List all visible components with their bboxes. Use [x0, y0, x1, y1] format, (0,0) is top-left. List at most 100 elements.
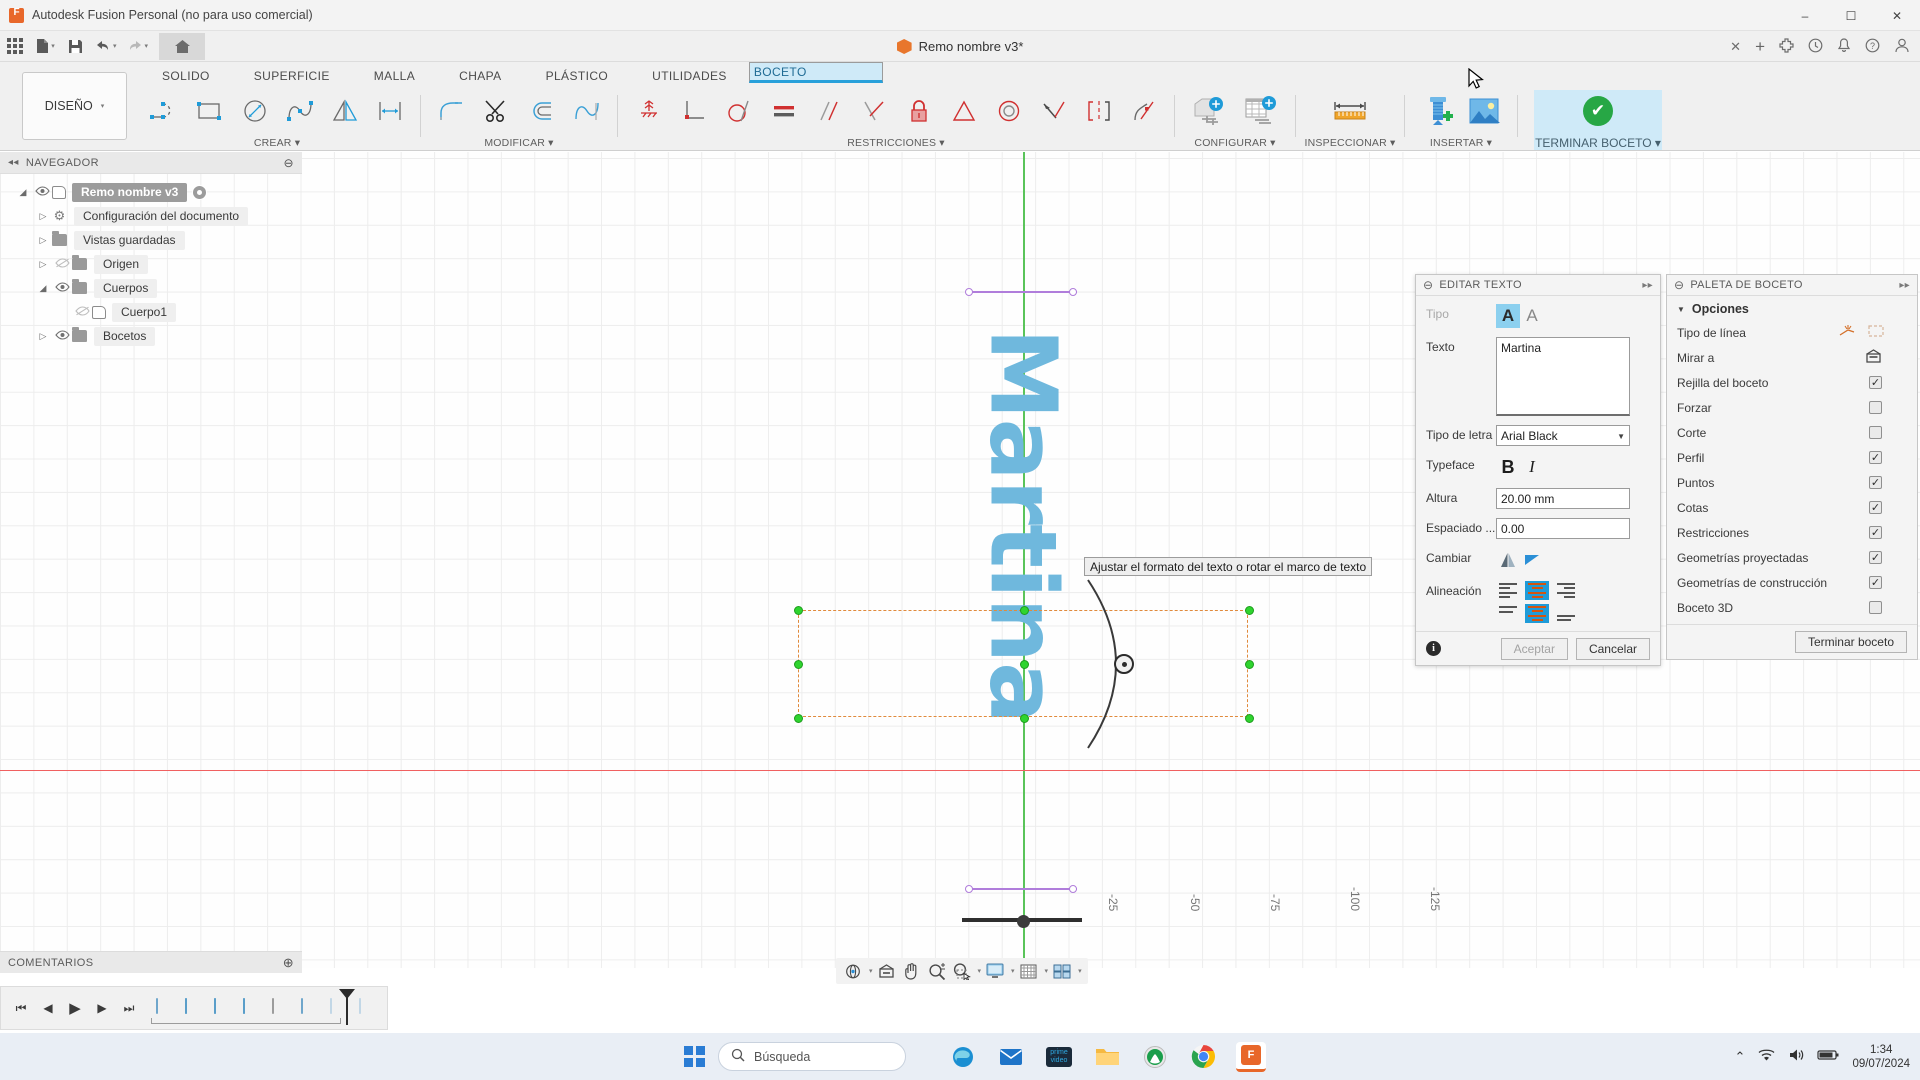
taskbar-edge-icon[interactable] — [948, 1042, 978, 1072]
tree-node-document-settings[interactable]: ▷ ⚙ Configuración del documento — [0, 204, 302, 228]
fix-constraint-icon[interactable] — [626, 90, 671, 132]
construction-point-bottom-left[interactable] — [965, 885, 973, 893]
minimize-icon[interactable]: ⊖ — [1674, 278, 1684, 292]
start-button-icon[interactable] — [684, 1046, 705, 1067]
expand-arrow-icon[interactable]: ▷ — [34, 259, 52, 270]
collinear-constraint-icon[interactable] — [1031, 90, 1076, 132]
visibility-eye-off-icon[interactable] — [52, 257, 72, 271]
timeline-play-button[interactable]: ▶ — [63, 996, 87, 1020]
job-status-icon[interactable] — [1808, 38, 1823, 56]
handle-bottom-left[interactable] — [794, 714, 803, 723]
handle-bottom-right[interactable] — [1245, 714, 1254, 723]
flip-horizontal-icon[interactable] — [1520, 548, 1544, 572]
orbit-icon[interactable] — [842, 960, 864, 982]
accept-button[interactable]: Aceptar — [1500, 637, 1568, 660]
font-select[interactable]: Arial Black — [1496, 425, 1630, 446]
timeline-feature-extrude-3[interactable] — [243, 998, 263, 1017]
timeline-feature-extrude-1[interactable] — [185, 998, 205, 1017]
collapse-arrow-icon[interactable]: ◢ — [34, 283, 52, 294]
chevron-down-icon[interactable]: ▾ — [113, 42, 117, 50]
points-checkbox[interactable]: ✓ — [1869, 476, 1882, 489]
comments-panel-header[interactable]: COMENTARIOS ⊕ — [0, 951, 302, 973]
tree-node-root[interactable]: ◢ Remo nombre v3 — [0, 180, 302, 204]
activate-component-radio[interactable] — [192, 184, 208, 200]
new-tab-icon[interactable]: + — [1755, 37, 1765, 57]
help-icon[interactable]: ? — [1865, 38, 1880, 56]
symmetry-constraint-icon[interactable] — [941, 90, 986, 132]
timeline-prev-button[interactable]: ◀ — [36, 996, 60, 1020]
chevron-down-icon[interactable]: ▼ — [1617, 432, 1625, 441]
insert-canvas-image-icon[interactable] — [1461, 90, 1507, 132]
construction-line-icon[interactable] — [1868, 324, 1885, 341]
handle-mid-left[interactable] — [794, 660, 803, 669]
zoom-window-icon[interactable] — [951, 960, 973, 982]
minimize-icon[interactable]: ⊖ — [1423, 278, 1433, 292]
look-at-icon[interactable] — [876, 960, 898, 982]
handle-top-left[interactable] — [794, 606, 803, 615]
align-left-button[interactable] — [1496, 581, 1520, 600]
handle-mid-center[interactable] — [1020, 660, 1029, 669]
palette-row-profile[interactable]: Perfil ✓ — [1667, 445, 1917, 470]
fillet-tool-icon[interactable] — [429, 90, 474, 132]
bold-button[interactable]: B — [1496, 455, 1520, 479]
spacing-input[interactable]: 0.00 — [1496, 518, 1630, 539]
visibility-eye-off-icon[interactable] — [72, 305, 92, 319]
palette-row-3d-sketch[interactable]: Boceto 3D — [1667, 595, 1917, 620]
close-tab-icon[interactable]: ✕ — [1730, 39, 1741, 55]
wifi-icon[interactable] — [1758, 1048, 1775, 1065]
perpendicular-constraint-icon[interactable] — [671, 90, 716, 132]
pin-icon[interactable]: ▸▸ — [1899, 280, 1910, 291]
chevron-down-icon[interactable]: ▾ — [1011, 967, 1015, 975]
mirror-tool-icon[interactable] — [322, 90, 367, 132]
battery-icon[interactable] — [1817, 1049, 1839, 1064]
palette-row-points[interactable]: Puntos ✓ — [1667, 470, 1917, 495]
tree-node-saved-views[interactable]: ▷ Vistas guardadas — [0, 228, 302, 252]
pin-icon[interactable]: ▸▸ — [1642, 280, 1653, 291]
trim-tool-icon[interactable] — [474, 90, 519, 132]
text-type-solid-button[interactable]: A — [1496, 304, 1520, 328]
tree-node-sketches[interactable]: ▷ Bocetos — [0, 324, 302, 348]
palette-row-snap[interactable]: Forzar — [1667, 395, 1917, 420]
taskbar-prime-video-icon[interactable]: prime video — [1044, 1042, 1074, 1072]
zoom-icon[interactable] — [926, 960, 948, 982]
palette-row-constraints[interactable]: Restricciones ✓ — [1667, 520, 1917, 545]
panel-insertar-label[interactable]: INSERTAR ▾ — [1413, 136, 1509, 150]
text-type-outline-button[interactable]: A — [1520, 304, 1544, 328]
viewport-layout-icon[interactable] — [1051, 960, 1073, 982]
chevron-down-icon[interactable]: ▾ — [1045, 967, 1049, 975]
panel-crear-label[interactable]: CREAR ▾ — [142, 136, 412, 150]
origin-point[interactable] — [1017, 915, 1030, 928]
handle-top-center[interactable] — [1020, 606, 1029, 615]
align-top-button[interactable] — [1496, 604, 1520, 623]
tab-utilidades[interactable]: UTILIDADES — [630, 62, 749, 90]
tree-node-bodies[interactable]: ◢ Cuerpos — [0, 276, 302, 300]
text-bounding-box[interactable] — [794, 606, 1254, 723]
palette-row-projected-geometry[interactable]: Geometrías proyectadas ✓ — [1667, 545, 1917, 570]
tree-node-origin[interactable]: ▷ Origen — [0, 252, 302, 276]
undo-icon[interactable]: ▾ — [92, 33, 120, 59]
add-comment-icon[interactable]: ⊕ — [283, 955, 294, 971]
panel-modificar-label[interactable]: MODIFICAR ▾ — [429, 136, 609, 150]
cancel-button[interactable]: Cancelar — [1575, 637, 1650, 660]
handle-mid-right[interactable] — [1245, 660, 1254, 669]
finish-sketch-palette-button[interactable]: Terminar boceto — [1794, 631, 1907, 653]
profile-checkbox[interactable]: ✓ — [1869, 451, 1882, 464]
collapse-icon[interactable]: ◂◂ — [8, 157, 19, 168]
chevron-down-icon[interactable]: ▾ — [978, 967, 982, 975]
timeline-feature-ghost-2[interactable] — [359, 998, 379, 1017]
workspace-selector[interactable]: DISEÑO ▾ — [22, 72, 127, 140]
save-icon[interactable] — [62, 33, 88, 59]
expand-arrow-icon[interactable]: ▷ — [34, 235, 52, 246]
home-icon[interactable] — [159, 32, 206, 60]
taskbar-fusion-icon[interactable]: F — [1236, 1041, 1266, 1072]
insert-mcmaster-part-icon[interactable] — [1415, 90, 1461, 132]
timeline-last-button[interactable]: ⏭ — [117, 996, 141, 1020]
info-icon[interactable]: i — [1426, 641, 1441, 656]
bell-icon[interactable] — [1837, 37, 1851, 56]
chevron-down-icon[interactable]: ▾ — [145, 42, 149, 50]
grid-settings-icon[interactable] — [1018, 960, 1040, 982]
midpoint-constraint-icon[interactable] — [851, 90, 896, 132]
grid-checkbox[interactable]: ✓ — [1869, 376, 1882, 389]
configuration-table-icon[interactable] — [1235, 90, 1287, 132]
volume-icon[interactable] — [1788, 1048, 1804, 1065]
